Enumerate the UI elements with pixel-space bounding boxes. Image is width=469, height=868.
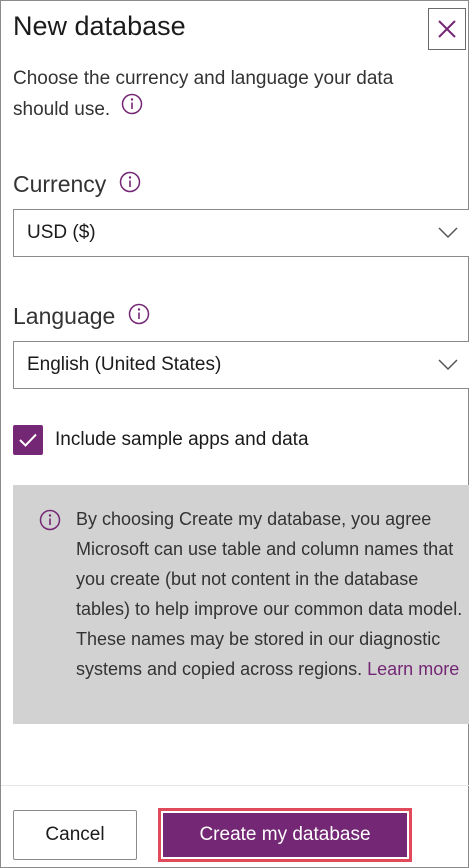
learn-more-link[interactable]: Learn more bbox=[367, 659, 459, 679]
sample-apps-checkbox[interactable] bbox=[13, 425, 43, 455]
checkmark-icon bbox=[19, 433, 37, 447]
currency-label: Currency bbox=[13, 171, 107, 197]
language-info-icon[interactable] bbox=[128, 303, 150, 331]
cancel-button[interactable]: Cancel bbox=[13, 810, 137, 860]
create-database-button[interactable]: Create my database bbox=[163, 813, 407, 857]
info-icon[interactable] bbox=[115, 94, 143, 125]
sample-apps-label[interactable]: Include sample apps and data bbox=[55, 429, 309, 451]
intro-text: Choose the currency and language your da… bbox=[13, 68, 394, 120]
close-icon bbox=[438, 20, 456, 38]
currency-label-row: Currency bbox=[13, 171, 141, 199]
info-icon bbox=[39, 509, 61, 531]
sample-apps-row: Include sample apps and data bbox=[13, 425, 309, 455]
chevron-down-icon bbox=[438, 227, 458, 239]
language-select-value: English (United States) bbox=[27, 354, 222, 375]
currency-info-icon[interactable] bbox=[119, 171, 141, 199]
close-button[interactable] bbox=[428, 8, 466, 50]
language-label: Language bbox=[13, 303, 116, 329]
panel-title: New database bbox=[13, 11, 186, 41]
new-database-panel: New database Choose the currency and lan… bbox=[0, 0, 469, 868]
currency-select-value: USD ($) bbox=[27, 222, 96, 243]
create-button-highlight: Create my database bbox=[158, 808, 412, 862]
notice-text: By choosing Create my database, you agre… bbox=[76, 509, 463, 679]
footer-divider bbox=[1, 785, 469, 786]
language-select[interactable]: English (United States) bbox=[13, 341, 469, 389]
chevron-down-icon bbox=[438, 359, 458, 371]
language-label-row: Language bbox=[13, 303, 150, 331]
currency-select[interactable]: USD ($) bbox=[13, 209, 469, 257]
data-use-notice: By choosing Create my database, you agre… bbox=[13, 485, 469, 724]
intro-text-block: Choose the currency and language your da… bbox=[13, 63, 453, 125]
notice-text-block: By choosing Create my database, you agre… bbox=[76, 504, 464, 684]
